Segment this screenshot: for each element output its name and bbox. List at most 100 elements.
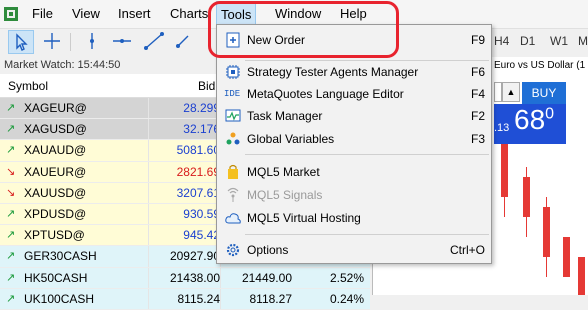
menu-charts[interactable]: Charts <box>170 0 208 28</box>
arrow-up-icon: ↗ <box>6 229 16 242</box>
symbol-name: XAGUSD@ <box>24 122 87 137</box>
candle-wick <box>546 197 547 277</box>
price-main: 680 <box>514 104 554 136</box>
global-variables-icon <box>226 132 240 145</box>
price-main-digits: 68 <box>514 104 546 135</box>
timeframe-mn[interactable]: M <box>578 34 588 48</box>
agents-icon <box>226 65 240 79</box>
symbol-name: XAUUSD@ <box>24 185 87 200</box>
market-bag-icon <box>228 164 238 179</box>
menu-item-options[interactable]: Options Ctrl+O <box>217 239 491 261</box>
bid-value: 32.176 <box>183 122 220 137</box>
menu-item-label: Task Manager <box>247 109 323 123</box>
candle <box>578 257 585 295</box>
bid-value: 8115.24 <box>177 291 221 306</box>
volume-spinner[interactable]: ▲ <box>502 82 520 102</box>
menu-item-new-order[interactable]: New Order F9 <box>217 29 491 51</box>
crosshair-icon <box>44 33 60 49</box>
menu-item-label: MetaQuotes Language Editor <box>247 87 404 101</box>
symbol-name: UK100CASH <box>24 291 95 306</box>
menu-item-shortcut: F3 <box>470 132 485 146</box>
task-manager-icon <box>225 109 241 122</box>
column-divider <box>148 267 149 288</box>
symbol-name: XAUEUR@ <box>24 164 87 179</box>
column-divider <box>148 182 149 203</box>
menu-separator <box>245 154 489 155</box>
menu-view[interactable]: View <box>72 0 100 28</box>
horizontal-line-button[interactable] <box>110 30 136 54</box>
timeframe-w1[interactable]: W1 <box>550 34 568 48</box>
arrow-up-icon: ↗ <box>6 292 16 305</box>
tools-dropdown-menu: New Order F9 Strategy Tester Agents Mana… <box>216 24 492 264</box>
arrow-up-icon: ↗ <box>6 144 16 157</box>
cursor-tool-button[interactable] <box>8 30 34 54</box>
column-divider <box>148 288 149 309</box>
signals-icon <box>227 187 239 202</box>
arrow-up-icon: ↗ <box>6 207 16 220</box>
menu-item-label: Strategy Tester Agents Manager <box>247 65 419 79</box>
menu-file[interactable]: File <box>32 0 53 28</box>
channel-button[interactable] <box>174 30 200 54</box>
menu-insert[interactable]: Insert <box>118 0 151 28</box>
trendline-button[interactable] <box>142 30 168 54</box>
column-divider <box>220 267 221 288</box>
volume-input[interactable] <box>494 82 502 102</box>
column-divider <box>148 119 149 140</box>
app-icon[interactable] <box>4 7 18 21</box>
bid-value: 945.42 <box>183 228 220 243</box>
bid-value: 930.59 <box>183 206 220 221</box>
menu-item-mql5-market[interactable]: MQL5 Market <box>217 161 491 183</box>
crosshair-tool-button[interactable] <box>40 30 66 54</box>
menu-item-task-manager[interactable]: Task Manager F2 <box>217 105 491 127</box>
menu-item-shortcut: Ctrl+O <box>449 243 485 257</box>
menu-item-label: New Order <box>247 33 306 47</box>
ide-icon: IDE <box>224 89 241 99</box>
column-divider <box>148 203 149 225</box>
cursor-icon <box>16 33 28 51</box>
bid-column-header[interactable]: Bid <box>198 79 215 93</box>
symbol-name: XPTUSD@ <box>24 228 85 243</box>
menu-item-shortcut: F4 <box>470 87 485 101</box>
gear-icon <box>226 243 240 257</box>
arrow-up-icon: ↗ <box>6 123 16 136</box>
menu-item-metaquotes-editor[interactable]: IDE MetaQuotes Language Editor F4 <box>217 83 491 105</box>
market-watch-row[interactable]: ↗ UK100CASH 8115.24 8118.27 0.24% <box>0 288 370 310</box>
arrow-up-icon: ↗ <box>6 102 16 114</box>
bid-value: 2821.69 <box>176 164 220 179</box>
ask-value: 8118.27 <box>249 291 293 306</box>
candle <box>563 237 570 277</box>
menu-item-mql5-hosting[interactable]: MQL5 Virtual Hosting <box>217 207 491 229</box>
bid-value: 20927.90 <box>169 249 220 264</box>
menu-item-mql5-signals: MQL5 Signals <box>217 184 491 206</box>
ask-value: 21449.00 <box>241 270 292 285</box>
menu-item-label: MQL5 Signals <box>247 188 323 202</box>
symbol-name: XAUAUD@ <box>24 143 87 158</box>
vertical-line-button[interactable] <box>80 30 106 54</box>
cloud-icon <box>225 213 241 224</box>
menu-item-strategy-tester-agents[interactable]: Strategy Tester Agents Manager F6 <box>217 61 491 83</box>
bid-value: 3207.61 <box>176 185 220 200</box>
timeframe-h4[interactable]: H4 <box>494 34 509 48</box>
chart-title: Euro vs US Dollar (1 <box>494 60 586 71</box>
arrow-down-icon: ↘ <box>6 165 16 178</box>
menu-item-global-variables[interactable]: Global Variables F3 <box>217 128 491 150</box>
menu-item-label: MQL5 Market <box>247 165 320 179</box>
menu-item-shortcut: F9 <box>470 33 485 47</box>
menu-item-shortcut: F2 <box>470 109 485 123</box>
symbol-column-header[interactable]: Symbol <box>8 79 48 93</box>
market-watch-row[interactable]: ↗ HK50CASH 21438.00 21449.00 2.52% <box>0 267 370 289</box>
change-value: 2.52% <box>329 270 364 285</box>
horizontal-line-icon <box>113 39 131 43</box>
timeframe-d1[interactable]: D1 <box>520 34 535 48</box>
bid-value: 28.299 <box>183 101 220 115</box>
toolbar-separator <box>70 33 71 51</box>
column-divider <box>148 161 149 182</box>
arrow-up-icon: ↗ <box>6 250 16 263</box>
buy-button[interactable]: BUY <box>522 82 566 104</box>
column-divider <box>148 140 149 161</box>
channel-icon <box>176 35 189 48</box>
menu-item-label: MQL5 Virtual Hosting <box>247 211 361 225</box>
column-divider <box>148 246 149 267</box>
vertical-line-icon <box>90 33 94 49</box>
menu-item-shortcut: F6 <box>470 65 485 79</box>
